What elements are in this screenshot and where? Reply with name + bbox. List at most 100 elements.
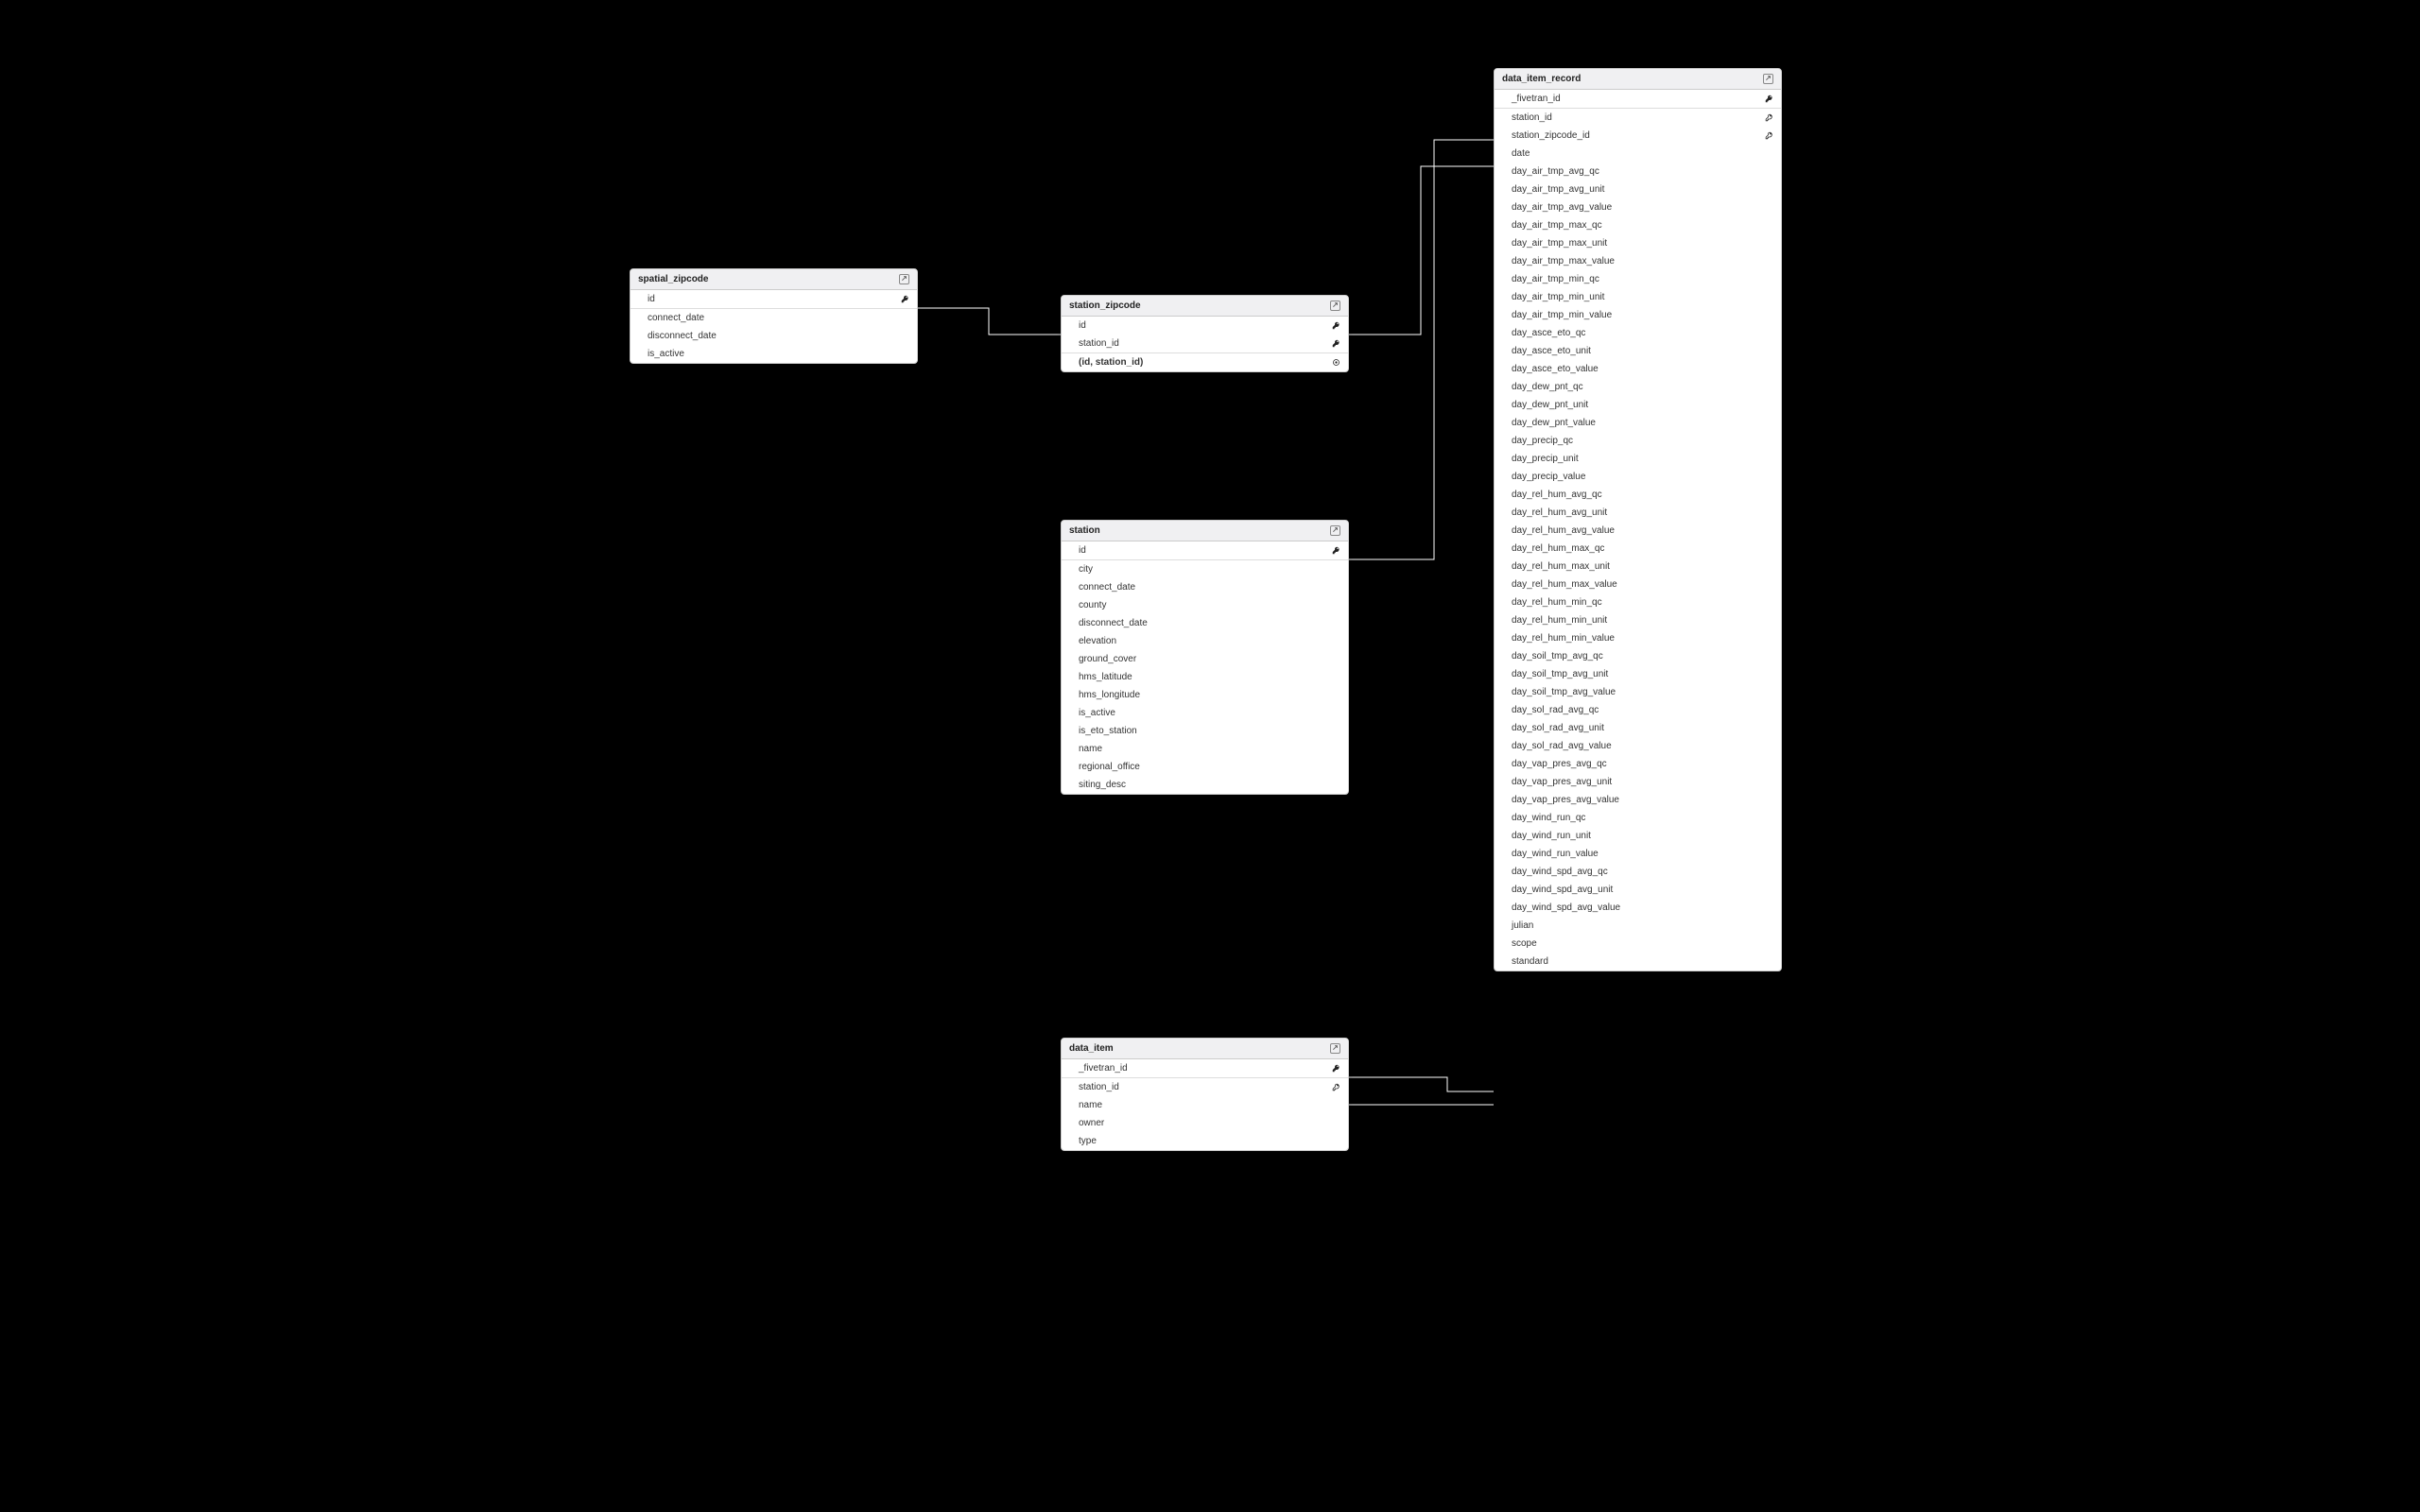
column-row[interactable]: day_air_tmp_avg_value bbox=[1495, 198, 1781, 216]
column-row[interactable]: day_rel_hum_max_unit bbox=[1495, 558, 1781, 576]
column-row[interactable]: day_sol_rad_avg_value bbox=[1495, 737, 1781, 755]
table-data_item_record[interactable]: data_item_record_fivetran_idstation_idst… bbox=[1494, 68, 1782, 971]
column-row[interactable]: elevation bbox=[1062, 632, 1348, 650]
column-row[interactable]: connect_date bbox=[1062, 578, 1348, 596]
column-row[interactable]: owner bbox=[1062, 1114, 1348, 1132]
column-row[interactable]: station_zipcode_id bbox=[1495, 127, 1781, 145]
erd-canvas[interactable]: spatial_zipcodeidconnect_datedisconnect_… bbox=[0, 0, 2420, 1512]
column-row[interactable]: day_precip_unit bbox=[1495, 450, 1781, 468]
column-row[interactable]: day_soil_tmp_avg_qc bbox=[1495, 647, 1781, 665]
column-row[interactable]: station_id bbox=[1062, 1078, 1348, 1096]
column-row[interactable]: standard bbox=[1495, 953, 1781, 971]
column-row[interactable]: day_precip_qc bbox=[1495, 432, 1781, 450]
expand-icon[interactable] bbox=[1330, 1043, 1340, 1054]
table-header[interactable]: station bbox=[1062, 521, 1348, 541]
column-row[interactable]: (id, station_id) bbox=[1062, 353, 1348, 371]
column-row[interactable]: type bbox=[1062, 1132, 1348, 1150]
column-name: day_vap_pres_avg_value bbox=[1512, 795, 1619, 805]
column-name: owner bbox=[1079, 1118, 1104, 1128]
column-row[interactable]: julian bbox=[1495, 917, 1781, 935]
column-row[interactable]: day_vap_pres_avg_value bbox=[1495, 791, 1781, 809]
column-row[interactable]: is_active bbox=[1062, 704, 1348, 722]
column-row[interactable]: day_air_tmp_max_unit bbox=[1495, 234, 1781, 252]
column-row[interactable]: is_active bbox=[631, 345, 917, 363]
primary-key-icon bbox=[1764, 94, 1773, 104]
column-row[interactable]: day_sol_rad_avg_qc bbox=[1495, 701, 1781, 719]
column-row[interactable]: station_id bbox=[1062, 335, 1348, 353]
column-row[interactable]: day_dew_pnt_qc bbox=[1495, 378, 1781, 396]
column-row[interactable]: ground_cover bbox=[1062, 650, 1348, 668]
column-row[interactable]: day_dew_pnt_value bbox=[1495, 414, 1781, 432]
column-row[interactable]: _fivetran_id bbox=[1062, 1059, 1348, 1078]
column-row[interactable]: day_rel_hum_min_unit bbox=[1495, 611, 1781, 629]
column-row[interactable]: day_air_tmp_min_value bbox=[1495, 306, 1781, 324]
column-row[interactable]: is_eto_station bbox=[1062, 722, 1348, 740]
column-name: is_eto_station bbox=[1079, 726, 1137, 736]
column-row[interactable]: disconnect_date bbox=[631, 327, 917, 345]
column-row[interactable]: day_air_tmp_min_unit bbox=[1495, 288, 1781, 306]
column-row[interactable]: id bbox=[1062, 317, 1348, 335]
column-row[interactable]: name bbox=[1062, 740, 1348, 758]
column-row[interactable]: name bbox=[1062, 1096, 1348, 1114]
column-row[interactable]: day_soil_tmp_avg_unit bbox=[1495, 665, 1781, 683]
column-row[interactable]: day_rel_hum_avg_value bbox=[1495, 522, 1781, 540]
column-row[interactable]: day_rel_hum_avg_qc bbox=[1495, 486, 1781, 504]
column-name: day_rel_hum_max_value bbox=[1512, 579, 1617, 590]
column-row[interactable]: day_vap_pres_avg_qc bbox=[1495, 755, 1781, 773]
column-row[interactable]: day_wind_run_qc bbox=[1495, 809, 1781, 827]
column-row[interactable]: _fivetran_id bbox=[1495, 90, 1781, 109]
column-row[interactable]: day_air_tmp_avg_qc bbox=[1495, 163, 1781, 180]
column-row[interactable]: siting_desc bbox=[1062, 776, 1348, 794]
column-row[interactable]: id bbox=[631, 290, 917, 309]
column-row[interactable]: day_sol_rad_avg_unit bbox=[1495, 719, 1781, 737]
expand-icon[interactable] bbox=[899, 274, 909, 284]
column-row[interactable]: day_asce_eto_value bbox=[1495, 360, 1781, 378]
column-row[interactable]: hms_latitude bbox=[1062, 668, 1348, 686]
column-row[interactable]: regional_office bbox=[1062, 758, 1348, 776]
column-row[interactable]: day_air_tmp_avg_unit bbox=[1495, 180, 1781, 198]
column-row[interactable]: day_wind_run_value bbox=[1495, 845, 1781, 863]
table-station[interactable]: stationidcity connect_datecountydisconnec… bbox=[1061, 520, 1349, 795]
column-row[interactable]: day_wind_spd_avg_unit bbox=[1495, 881, 1781, 899]
table-spatial_zipcode[interactable]: spatial_zipcodeidconnect_datedisconnect_… bbox=[630, 268, 918, 364]
column-row[interactable]: day_air_tmp_max_value bbox=[1495, 252, 1781, 270]
primary-key-icon bbox=[1331, 546, 1340, 556]
foreign-key-icon bbox=[1331, 1083, 1340, 1092]
column-name: connect_date bbox=[1079, 582, 1135, 593]
expand-icon[interactable] bbox=[1330, 525, 1340, 536]
expand-icon[interactable] bbox=[1763, 74, 1773, 84]
column-row[interactable]: disconnect_date bbox=[1062, 614, 1348, 632]
column-row[interactable]: day_wind_spd_avg_value bbox=[1495, 899, 1781, 917]
expand-icon[interactable] bbox=[1330, 301, 1340, 311]
column-row[interactable]: day_rel_hum_min_value bbox=[1495, 629, 1781, 647]
primary-key-icon bbox=[1331, 1064, 1340, 1074]
table-header[interactable]: data_item_record bbox=[1495, 69, 1781, 90]
table-header[interactable]: data_item bbox=[1062, 1039, 1348, 1059]
column-row[interactable]: day_air_tmp_min_qc bbox=[1495, 270, 1781, 288]
table-station_zipcode[interactable]: station_zipcodeidstation_id(id, station_… bbox=[1061, 295, 1349, 372]
column-row[interactable]: day_asce_eto_qc bbox=[1495, 324, 1781, 342]
column-row[interactable]: county bbox=[1062, 596, 1348, 614]
column-row[interactable]: day_rel_hum_avg_unit bbox=[1495, 504, 1781, 522]
column-row[interactable]: date bbox=[1495, 145, 1781, 163]
column-row[interactable]: hms_longitude bbox=[1062, 686, 1348, 704]
column-row[interactable]: id bbox=[1062, 541, 1348, 560]
column-row[interactable]: scope bbox=[1495, 935, 1781, 953]
column-row[interactable]: day_dew_pnt_unit bbox=[1495, 396, 1781, 414]
column-row[interactable]: day_wind_spd_avg_qc bbox=[1495, 863, 1781, 881]
table-header[interactable]: spatial_zipcode bbox=[631, 269, 917, 290]
column-row[interactable]: day_precip_value bbox=[1495, 468, 1781, 486]
column-row[interactable]: day_soil_tmp_avg_value bbox=[1495, 683, 1781, 701]
column-row[interactable]: station_id bbox=[1495, 109, 1781, 127]
column-row[interactable]: city bbox=[1062, 560, 1348, 578]
column-row[interactable]: day_asce_eto_unit bbox=[1495, 342, 1781, 360]
column-row[interactable]: day_vap_pres_avg_unit bbox=[1495, 773, 1781, 791]
column-row[interactable]: day_rel_hum_max_qc bbox=[1495, 540, 1781, 558]
column-row[interactable]: day_rel_hum_min_qc bbox=[1495, 593, 1781, 611]
column-row[interactable]: connect_date bbox=[631, 309, 917, 327]
column-row[interactable]: day_rel_hum_max_value bbox=[1495, 576, 1781, 593]
table-data_item[interactable]: data_item_fivetran_idstation_idname owner… bbox=[1061, 1038, 1349, 1151]
column-row[interactable]: day_wind_run_unit bbox=[1495, 827, 1781, 845]
table-header[interactable]: station_zipcode bbox=[1062, 296, 1348, 317]
column-row[interactable]: day_air_tmp_max_qc bbox=[1495, 216, 1781, 234]
